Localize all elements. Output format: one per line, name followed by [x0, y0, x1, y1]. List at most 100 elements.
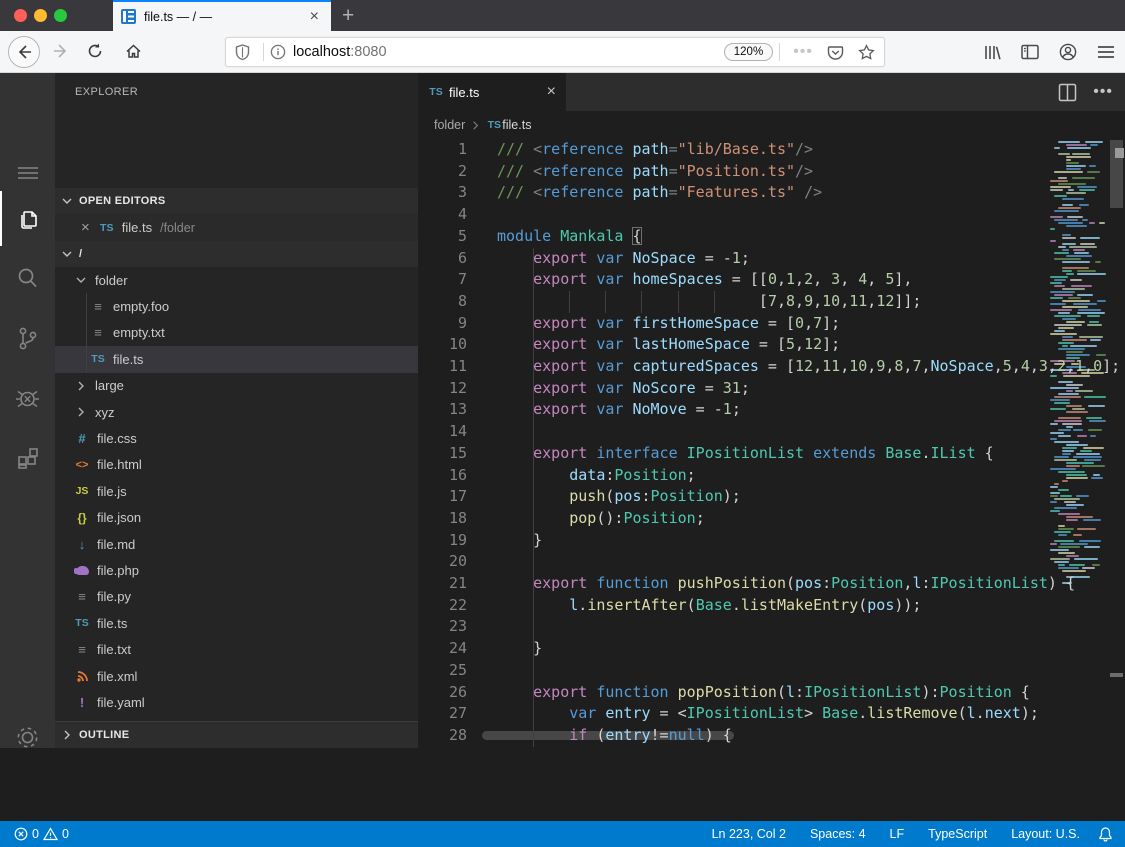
- new-tab-button[interactable]: +: [342, 2, 354, 29]
- tree-item-file-js[interactable]: JS file.js: [55, 478, 418, 504]
- library-icon[interactable]: [983, 44, 1001, 61]
- breadcrumb-folder[interactable]: folder: [434, 118, 465, 132]
- editor-tab-file-ts[interactable]: TS file.ts ×: [418, 73, 566, 111]
- code-line: 19 }: [418, 530, 1125, 552]
- json-file-icon: {}: [73, 511, 91, 525]
- activitybar-search-icon[interactable]: [0, 251, 55, 306]
- reload-button[interactable]: [80, 36, 110, 66]
- tab-close-icon[interactable]: ×: [547, 83, 556, 101]
- yaml-file-icon: !: [73, 695, 91, 710]
- window-minimize-button[interactable]: [34, 9, 47, 22]
- tree-item-xyz[interactable]: xyz: [55, 399, 418, 425]
- activitybar-source-control-icon[interactable]: [0, 311, 55, 366]
- js-file-icon: JS: [73, 485, 91, 497]
- more-actions-icon[interactable]: •••: [1093, 83, 1113, 101]
- typescript-file-icon: TS: [73, 617, 91, 629]
- line-number: 22: [418, 595, 467, 617]
- language-mode[interactable]: TypeScript: [928, 827, 987, 841]
- code-editor[interactable]: 1/// <reference path="lib/Base.ts"/>2///…: [418, 139, 1125, 748]
- url-bar[interactable]: localhost:8080 120% •••: [225, 37, 885, 67]
- line-number: 19: [418, 530, 467, 552]
- open-editors-header[interactable]: OPEN EDITORS: [55, 188, 418, 214]
- problems-status[interactable]: 0 0: [10, 827, 69, 841]
- outline-label: OUTLINE: [79, 729, 129, 741]
- code-line: 18 pop():Position;: [418, 508, 1125, 530]
- code-line: 12 export var NoScore = 31;: [418, 378, 1125, 400]
- activitybar-explorer-icon[interactable]: [0, 191, 55, 246]
- tree-item-file-py[interactable]: ≡file.py: [55, 584, 418, 610]
- line-number: 28: [418, 725, 467, 747]
- zoom-level-badge[interactable]: 120%: [724, 43, 773, 61]
- home-button[interactable]: [118, 36, 148, 66]
- xml-file-icon: [73, 670, 91, 683]
- close-editor-icon[interactable]: ×: [81, 219, 90, 236]
- keyboard-layout[interactable]: Layout: U.S.: [1011, 827, 1080, 841]
- code-line: 2/// <reference path="Position.ts"/>: [418, 161, 1125, 183]
- tree-item-empty-txt[interactable]: ≡empty.txt: [55, 320, 418, 346]
- indent-guide: [533, 248, 534, 747]
- tree-item-large[interactable]: large: [55, 373, 418, 399]
- browser-tab[interactable]: file.ts — / — ×: [113, 0, 331, 31]
- line-number: 17: [418, 486, 467, 508]
- editor-tab-label: file.ts: [449, 85, 547, 100]
- tree-item-file-php[interactable]: file.php: [55, 557, 418, 583]
- breadcrumb-file[interactable]: file.ts: [502, 118, 531, 132]
- outline-header[interactable]: OUTLINE: [55, 721, 418, 748]
- window-zoom-button[interactable]: [54, 9, 67, 22]
- root-folder-header[interactable]: /: [55, 241, 418, 267]
- tree-item-folder[interactable]: folder: [55, 267, 418, 293]
- code-line: 1/// <reference path="lib/Base.ts"/>: [418, 139, 1125, 161]
- code-line: 23: [418, 616, 1125, 638]
- account-icon[interactable]: [1059, 43, 1077, 61]
- warning-count: 0: [62, 827, 69, 841]
- tree-item-empty-foo[interactable]: ≡empty.foo: [55, 293, 418, 319]
- tree-item-file-css[interactable]: #file.css: [55, 425, 418, 451]
- tree-item-file-xml[interactable]: file.xml: [55, 663, 418, 689]
- code-line: 24 }: [418, 638, 1125, 660]
- forward-button[interactable]: [46, 36, 76, 66]
- tree-item-file-html[interactable]: <>file.html: [55, 452, 418, 478]
- sidebar-title: EXPLORER: [75, 86, 138, 98]
- sidebar-toggle-icon[interactable]: [1021, 44, 1039, 60]
- eol-setting[interactable]: LF: [890, 827, 905, 841]
- css-file-icon: #: [73, 431, 91, 446]
- tree-item-file-yaml[interactable]: !file.yaml: [55, 689, 418, 715]
- line-number: 24: [418, 638, 467, 660]
- url-port: :8080: [350, 44, 386, 60]
- markdown-file-icon: ↓: [73, 537, 91, 552]
- pocket-icon[interactable]: [827, 44, 844, 61]
- cursor-position[interactable]: Ln 223, Col 2: [712, 827, 786, 841]
- tree-item-file-ts[interactable]: TSfile.ts: [55, 346, 418, 372]
- open-editor-item-file-ts[interactable]: × TS file.ts /folder: [55, 214, 418, 241]
- tree-item-file-md[interactable]: ↓file.md: [55, 531, 418, 557]
- line-number: 9: [418, 313, 467, 335]
- settings-gear-icon[interactable]: [0, 710, 55, 765]
- file-icon: ≡: [73, 642, 91, 657]
- tree-item-label: large: [95, 378, 124, 393]
- tab-close-icon[interactable]: ×: [306, 9, 323, 25]
- tree-item-label: file.txt: [97, 642, 131, 657]
- split-editor-icon[interactable]: [1058, 83, 1077, 102]
- activitybar-debug-icon[interactable]: [0, 371, 55, 426]
- line-number: 25: [418, 660, 467, 682]
- activity-bar: [0, 73, 55, 748]
- indentation-setting[interactable]: Spaces: 4: [810, 827, 866, 841]
- notifications-bell-icon[interactable]: [1098, 826, 1113, 842]
- tree-item-file-ts[interactable]: TSfile.ts: [55, 610, 418, 636]
- site-info-icon[interactable]: [270, 44, 286, 60]
- chevron-right-icon: [73, 378, 89, 394]
- tracking-shield-icon[interactable]: [235, 44, 250, 61]
- code-line: 11 export var capturedSpaces = [12,11,10…: [418, 356, 1125, 378]
- bookmark-star-icon[interactable]: [858, 44, 875, 61]
- chevron-right-icon: [59, 727, 75, 743]
- tree-item-label: file.js: [97, 484, 127, 499]
- tree-item-file-json[interactable]: {}file.json: [55, 505, 418, 531]
- activitybar-extensions-icon[interactable]: [0, 431, 55, 486]
- back-button[interactable]: [8, 36, 40, 68]
- menu-icon[interactable]: [1097, 45, 1115, 59]
- window-close-button[interactable]: [14, 9, 27, 22]
- tree-item-file-txt[interactable]: ≡ file.txt: [55, 636, 418, 662]
- page-actions-icon[interactable]: •••: [793, 43, 813, 61]
- status-bar: 0 0 Ln 223, Col 2 Spaces: 4 LF TypeScrip…: [0, 821, 1125, 847]
- typescript-file-icon: TS: [428, 86, 444, 98]
